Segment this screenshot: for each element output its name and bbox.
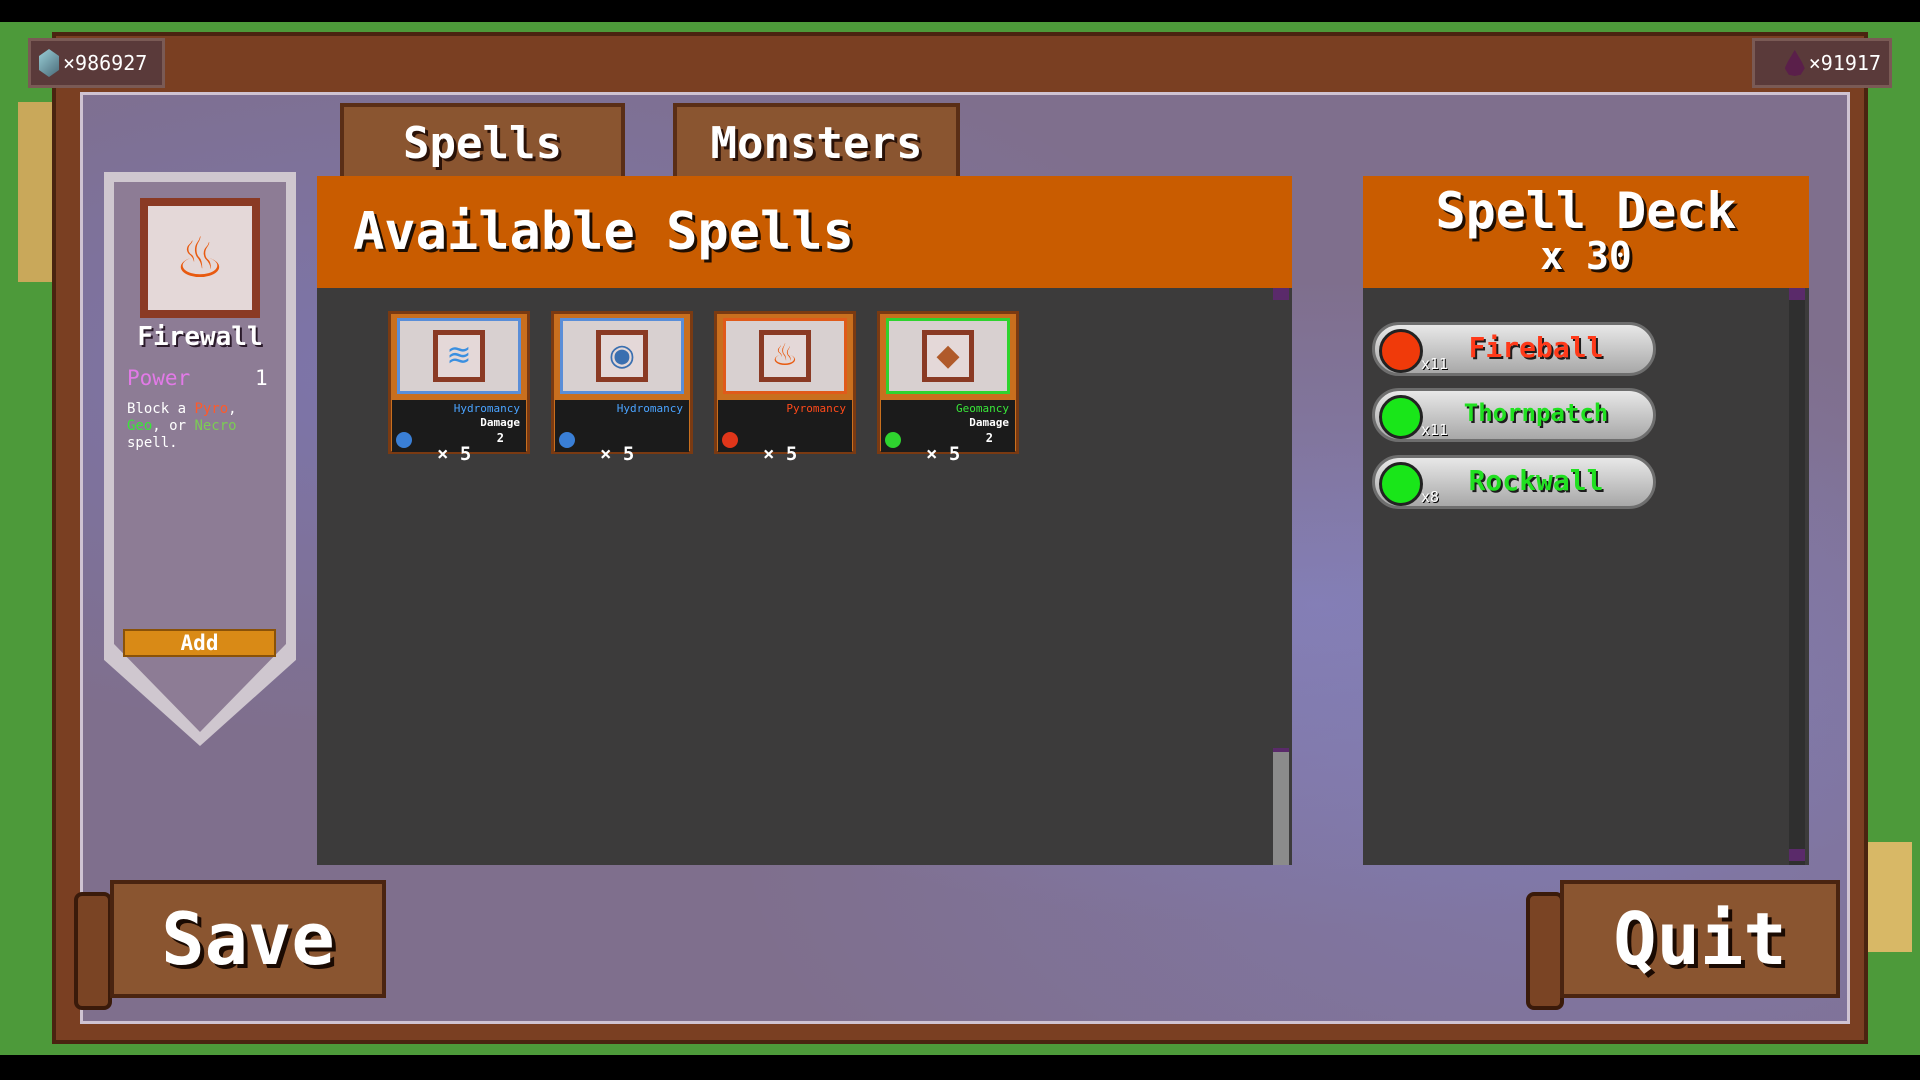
desc-text: , [228,401,237,417]
spell-stat-label: Damage [480,416,520,429]
desc-pyro: Pyro [194,401,229,417]
deck-item[interactable]: x8 Rockwall [1372,455,1656,509]
spell-art: ♨ [723,318,847,394]
water-jet-icon: ≋ [433,330,485,382]
spell-deck-header: Spell Deck x 30 [1363,176,1809,288]
sand-patch [1867,842,1912,952]
deck-item[interactable]: x11 Thornpatch [1372,388,1656,442]
deck-item-name: Thornpatch [1463,399,1609,427]
desc-geo: Geo [127,418,153,434]
spell-card[interactable]: ≋ Hydromancy Damage 2 [388,311,530,454]
school-dot [1379,462,1423,506]
spell-school: Geomancy [956,402,1009,415]
scrollbar-cap [1789,849,1805,861]
available-spells-panel: Available Spells [317,176,1292,865]
scroll-roll [1526,892,1564,1010]
school-dot [885,432,901,448]
essence-counter: ×91917 [1752,38,1892,88]
spell-card[interactable]: ♨ Pyromancy [714,311,856,454]
crystal-icon [39,49,59,77]
desc-text: , or [152,418,195,434]
spell-detail-name: Firewall [137,322,263,352]
spell-art: ◉ [560,318,684,394]
spell-card[interactable]: ◆ Geomancy Damage 2 [877,311,1019,454]
desc-text: Block a [127,401,195,417]
scrollbar-cap [1273,288,1289,300]
tab-monsters[interactable]: Monsters [673,103,960,179]
deck-scrollbar[interactable] [1789,288,1805,865]
deck-item[interactable]: x11 Fireball [1372,322,1656,376]
quit-button[interactable]: Quit [1560,880,1840,998]
card-count: × 5 [763,443,798,465]
power-label: Power [127,366,191,390]
spells-scroll-thumb[interactable] [1273,752,1289,865]
save-button[interactable]: Save [110,880,386,998]
spell-stat-value: 2 [985,431,993,445]
available-spells-title: Available Spells [317,176,1292,288]
letterbox-bottom [0,1055,1920,1080]
crystal-count: ×986927 [63,51,148,75]
school-dot [1379,329,1423,373]
deck-item-name: Fireball [1468,331,1604,364]
add-button[interactable]: Add [123,629,276,657]
spell-art: ≋ [397,318,521,394]
spell-school: Hydromancy [453,402,520,415]
deck-item-name: Rockwall [1468,464,1604,497]
spell-school: Hydromancy [616,402,683,415]
essence-count: ×91917 [1808,51,1881,75]
scrollbar-cap [1789,288,1805,300]
spell-stat-value: 2 [496,431,504,445]
school-dot [722,432,738,448]
school-dot [1379,395,1423,439]
spell-art: ◆ [886,318,1010,394]
spell-description: Block a Pyro, Geo, or Necro spell. [127,401,277,452]
spell-deck-count: x 30 [1540,234,1632,278]
spell-card[interactable]: ◉ Hydromancy [551,311,693,454]
letterbox-top [0,0,1920,22]
tab-spells[interactable]: Spells [340,103,625,179]
scroll-roll [74,892,112,1010]
water-shield-icon: ◉ [596,330,648,382]
school-dot [396,432,412,448]
spell-stat-label: Damage [969,416,1009,429]
crystal-counter: ×986927 [28,38,165,88]
desc-necro: Necro [194,418,237,434]
card-count: × 5 [600,443,635,465]
firewall-icon: ♨ [759,330,811,382]
firewall-icon: ♨ [140,198,260,318]
school-dot [559,432,575,448]
spell-deck-panel: Spell Deck x 30 [1363,176,1809,865]
card-count: × 5 [437,443,472,465]
card-count: × 5 [926,443,961,465]
power-value: 1 [255,366,268,390]
spell-deck-title: Spell Deck [1435,182,1737,240]
spell-school: Pyromancy [786,402,846,415]
rock-shard-icon: ◆ [922,330,974,382]
essence-drop-icon [1784,50,1805,76]
desc-text: spell. [127,435,178,451]
